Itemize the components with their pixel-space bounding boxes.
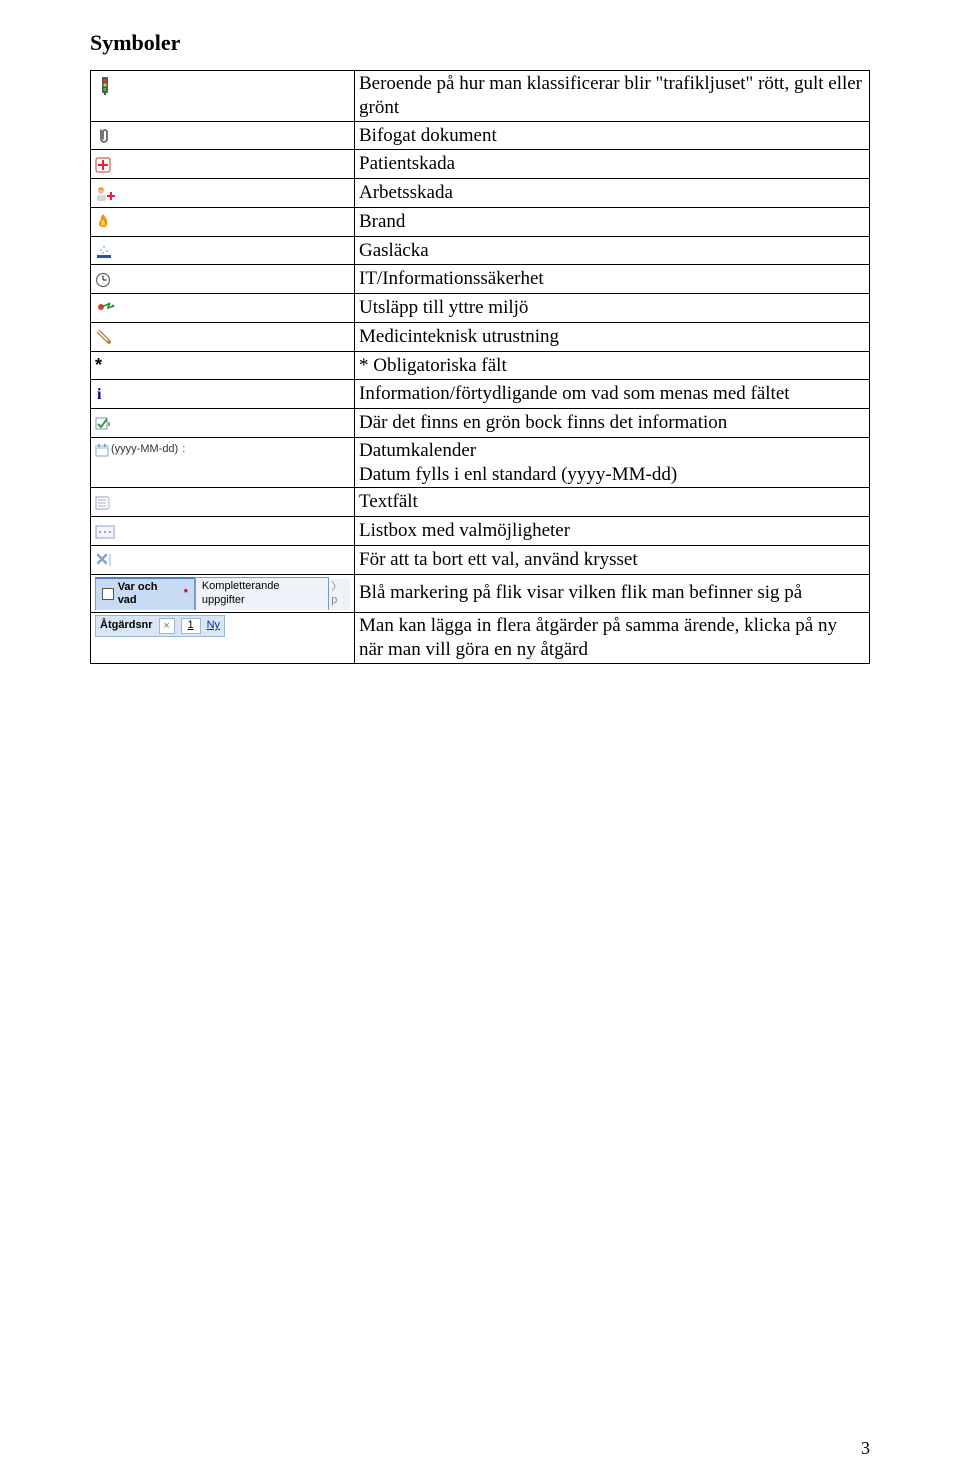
- listbox-icon: [95, 525, 115, 539]
- table-row: Textfält: [91, 488, 870, 517]
- cell-desc: Patientskada: [355, 150, 870, 179]
- cell-desc: Brand: [355, 207, 870, 236]
- cell-icon: [91, 545, 355, 574]
- cell-icon: Åtgärdsnr × 1 Ny: [91, 613, 355, 664]
- table-row: Var och vad * Kompletterande uppgifter 〉…: [91, 574, 870, 613]
- page-number: 3: [861, 1438, 870, 1459]
- table-row: Åtgärdsnr × 1 Ny Man kan lägga in flera …: [91, 613, 870, 664]
- tab-checkbox-icon: [102, 588, 114, 600]
- cell-desc: För att ta bort ett val, använd krysset: [355, 545, 870, 574]
- cell-desc: Listbox med valmöjligheter: [355, 517, 870, 546]
- calendar-icon: [95, 443, 109, 457]
- tab-overflow: 〉p: [329, 579, 350, 611]
- cell-icon: [91, 488, 355, 517]
- cell-desc: Där det finns en grön bock finns det inf…: [355, 409, 870, 438]
- cell-desc: Datumkalender Datum fylls i enl standard…: [355, 437, 870, 488]
- table-row: Medicinteknisk utrustning: [91, 322, 870, 351]
- tab-active[interactable]: Var och vad *: [95, 577, 195, 611]
- cell-icon: [91, 179, 355, 208]
- tabs-widget: Var och vad * Kompletterande uppgifter 〉…: [95, 577, 350, 611]
- cell-icon: [91, 322, 355, 351]
- cell-icon: Var och vad * Kompletterande uppgifter 〉…: [91, 574, 355, 613]
- cell-icon: [91, 150, 355, 179]
- textfield-icon: [95, 495, 111, 511]
- cell-desc: Utsläpp till yttre miljö: [355, 294, 870, 323]
- tab-active-label: Var och vad: [118, 581, 178, 609]
- table-row: Listbox med valmöjligheter: [91, 517, 870, 546]
- table-row: Bifogat dokument: [91, 121, 870, 150]
- table-row: Där det finns en grön bock finns det inf…: [91, 409, 870, 438]
- gas-leak-icon: [95, 242, 113, 260]
- cell-desc: IT/Informationssäkerhet: [355, 265, 870, 294]
- atgards-new-link[interactable]: Ny: [207, 619, 220, 633]
- atgards-remove-button[interactable]: ×: [159, 618, 175, 634]
- info-icon: i: [97, 386, 101, 403]
- cell-desc: Arbetsskada: [355, 179, 870, 208]
- date-format-widget: (yyyy-MM-dd) :: [95, 443, 185, 457]
- cell-desc: Gasläcka: [355, 236, 870, 265]
- tab-second-label: Kompletterande uppgifter: [202, 580, 322, 608]
- cell-icon: i: [91, 380, 355, 409]
- cell-icon: [91, 236, 355, 265]
- tab-second[interactable]: Kompletterande uppgifter: [195, 577, 329, 611]
- cell-desc: Information/förtydligande om vad som men…: [355, 380, 870, 409]
- cell-desc: Blå markering på flik visar vilken flik …: [355, 574, 870, 613]
- table-row: * * Obligatoriska fält: [91, 351, 870, 380]
- table-row: Arbetsskada: [91, 179, 870, 208]
- cell-icon: [91, 517, 355, 546]
- page-title: Symboler: [90, 30, 870, 56]
- tab-required-asterisk: *: [184, 587, 188, 601]
- cell-icon: *: [91, 351, 355, 380]
- cell-icon: [91, 121, 355, 150]
- cell-icon: (yyyy-MM-dd) :: [91, 437, 355, 488]
- table-row: Beroende på hur man klassificerar blir "…: [91, 71, 870, 122]
- cell-desc: Bifogat dokument: [355, 121, 870, 150]
- cell-icon: [91, 409, 355, 438]
- cell-icon: [91, 207, 355, 236]
- paperclip-icon: [95, 127, 113, 145]
- table-row: IT/Informationssäkerhet: [91, 265, 870, 294]
- cell-desc: Man kan lägga in flera åtgärder på samma…: [355, 613, 870, 664]
- clock-icon: [95, 272, 111, 288]
- date-format-required: :: [182, 443, 185, 457]
- table-row: Utsläpp till yttre miljö: [91, 294, 870, 323]
- table-row: Patientskada: [91, 150, 870, 179]
- symbols-table: Beroende på hur man klassificerar blir "…: [90, 70, 870, 664]
- atgards-widget: Åtgärdsnr × 1 Ny: [95, 615, 225, 637]
- cell-desc: * Obligatoriska fält: [355, 351, 870, 380]
- table-row: Brand: [91, 207, 870, 236]
- cell-desc: Textfält: [355, 488, 870, 517]
- fire-icon: [95, 213, 111, 231]
- remove-x-icon: [95, 552, 113, 568]
- atgards-number[interactable]: 1: [181, 618, 201, 634]
- cell-icon: [91, 265, 355, 294]
- asterisk-icon: *: [95, 355, 102, 375]
- table-row: i Information/förtydligande om vad som m…: [91, 380, 870, 409]
- cell-icon: [91, 71, 355, 122]
- checkbox-green-icon: [95, 417, 111, 431]
- table-row: För att ta bort ett val, använd krysset: [91, 545, 870, 574]
- traffic-light-icon: [95, 76, 115, 96]
- cell-desc: Medicinteknisk utrustning: [355, 322, 870, 351]
- table-row: (yyyy-MM-dd) : Datumkalender Datum fylls…: [91, 437, 870, 488]
- date-format-label: (yyyy-MM-dd): [111, 443, 178, 457]
- patient-cross-icon: [95, 157, 111, 173]
- worker-injury-icon: [95, 186, 117, 202]
- cell-icon: [91, 294, 355, 323]
- cell-desc: Beroende på hur man klassificerar blir "…: [355, 71, 870, 122]
- medtech-icon: [95, 328, 113, 346]
- atgards-label: Åtgärdsnr: [100, 619, 153, 633]
- environment-icon: [95, 301, 115, 317]
- table-row: Gasläcka: [91, 236, 870, 265]
